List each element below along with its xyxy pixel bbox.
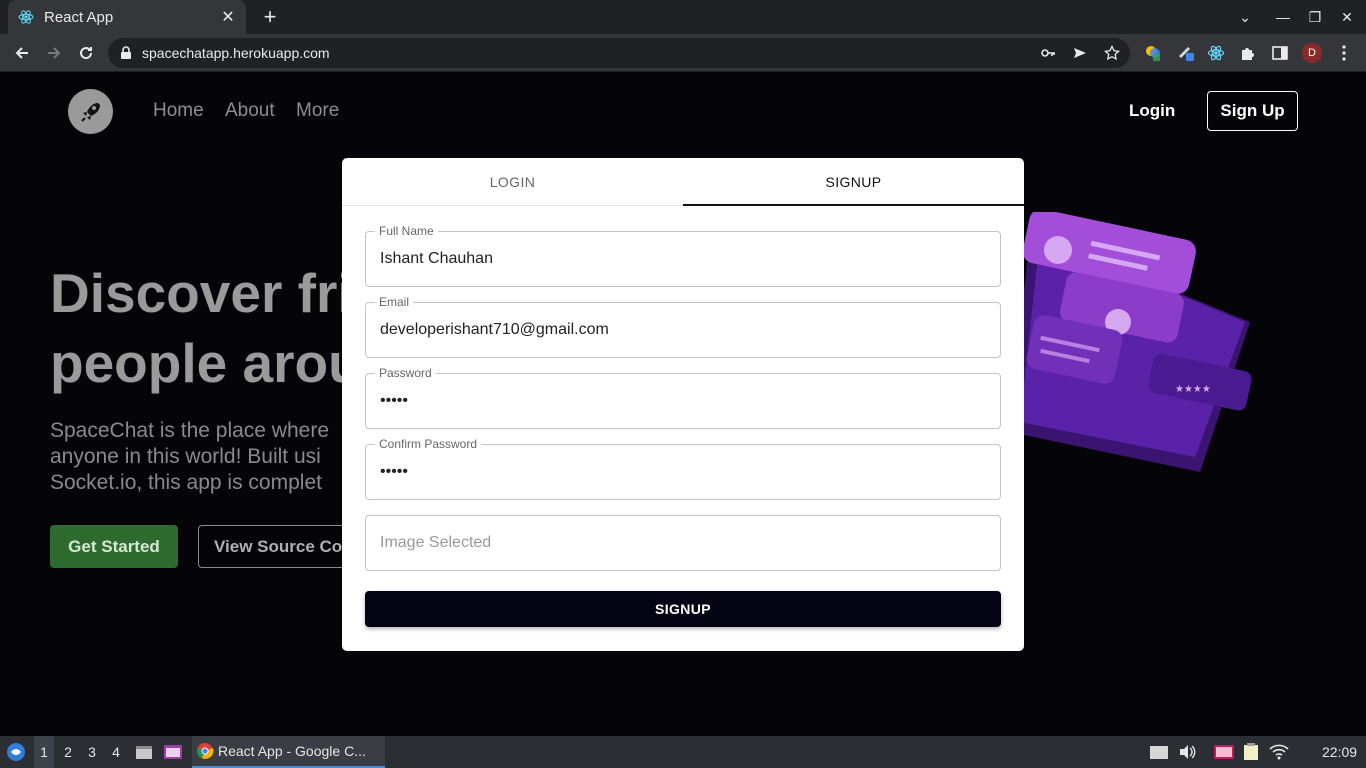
workspace-2[interactable]: 2 — [58, 736, 78, 768]
tab-search-icon[interactable]: ⌄ — [1228, 0, 1262, 34]
workspace-3[interactable]: 3 — [82, 736, 102, 768]
extension-color-icon[interactable] — [1144, 44, 1162, 62]
full-name-label: Full Name — [375, 224, 438, 238]
file-manager-icon[interactable] — [134, 736, 154, 768]
chrome-icon — [197, 743, 214, 759]
side-panel-icon[interactable] — [1271, 44, 1289, 62]
wifi-icon[interactable] — [1268, 736, 1290, 768]
lock-icon — [121, 46, 131, 59]
hero-title-line1: Discover fri — [50, 262, 353, 324]
image-viewer-icon[interactable] — [1212, 736, 1236, 768]
browser-toolbar: spacechatapp.herokuapp.com D — [0, 34, 1366, 72]
nav-about-link[interactable]: About — [225, 100, 275, 122]
password-value: ••••• — [380, 392, 409, 409]
email-value: developerishant710@gmail.com — [380, 321, 609, 338]
clock: 22:09 — [1322, 744, 1358, 760]
tab-login[interactable]: LOGIN — [342, 158, 683, 206]
hero-title: Discover fri people arou — [50, 258, 362, 398]
back-icon[interactable] — [10, 41, 34, 65]
hero-desc-line1: SpaceChat is the place where — [50, 419, 329, 442]
close-tab-icon[interactable]: ✕ — [220, 7, 236, 27]
login-link[interactable]: Login — [1129, 101, 1175, 121]
clipboard-icon[interactable] — [1148, 736, 1170, 768]
signup-submit-button[interactable]: SIGNUP — [365, 591, 1001, 627]
close-window-icon[interactable]: ✕ — [1330, 0, 1364, 34]
email-label: Email — [375, 295, 414, 309]
nav-home-link[interactable]: Home — [153, 100, 204, 122]
hero-title-line2: people arou — [50, 332, 362, 394]
nav-more-link[interactable]: More — [296, 100, 339, 122]
react-devtools-icon[interactable] — [1207, 44, 1225, 62]
key-icon[interactable] — [1040, 45, 1056, 61]
workspace-4[interactable]: 4 — [106, 736, 126, 768]
address-bar[interactable]: spacechatapp.herokuapp.com — [108, 38, 1130, 68]
taskbar-chrome-window[interactable]: React App - Google C... — [192, 736, 385, 768]
email-field[interactable]: Email developerishant710@gmail.com — [365, 295, 1001, 358]
url-text: spacechatapp.herokuapp.com — [142, 45, 330, 61]
hero-desc-line3: Socket.io, this app is complet — [50, 471, 322, 494]
signup-nav-button[interactable]: Sign Up — [1207, 91, 1298, 131]
volume-icon[interactable] — [1176, 736, 1198, 768]
auth-tabs: LOGIN SIGNUP — [342, 158, 1024, 206]
tab-signup[interactable]: SIGNUP — [683, 158, 1024, 206]
image-placeholder: Image Selected — [380, 534, 492, 551]
extension-pen-icon[interactable] — [1177, 44, 1195, 62]
tab-title: React App — [44, 8, 114, 26]
workspace-1[interactable]: 1 — [34, 736, 54, 768]
menu-dots-icon[interactable] — [1332, 41, 1356, 65]
start-menu-icon[interactable] — [4, 736, 28, 768]
svg-text:★★★★: ★★★★ — [1175, 384, 1211, 395]
phone-illustration: ★★★★ — [1010, 212, 1252, 472]
notes-icon[interactable] — [1240, 736, 1262, 768]
react-icon — [18, 10, 34, 24]
profile-avatar[interactable]: D — [1302, 43, 1322, 63]
maximize-icon[interactable]: ❐ — [1298, 0, 1332, 34]
taskbar-window-title: React App - Google C... — [218, 743, 366, 759]
confirm-password-field[interactable]: Confirm Password ••••• — [365, 437, 1001, 500]
tab-strip: React App ✕ + ⌄ — ❐ ✕ — [0, 0, 1366, 34]
confirm-password-label: Confirm Password — [375, 437, 482, 451]
star-icon[interactable] — [1104, 45, 1120, 61]
password-label: Password — [375, 366, 436, 380]
full-name-value: Ishant Chauhan — [380, 250, 493, 267]
page-content: Home About More Login Sign Up Discover f… — [0, 72, 1366, 736]
get-started-button[interactable]: Get Started — [50, 525, 178, 568]
confirm-password-value: ••••• — [380, 463, 409, 480]
terminal-icon[interactable] — [162, 736, 184, 768]
full-name-field[interactable]: Full Name Ishant Chauhan — [365, 224, 1001, 287]
send-icon[interactable] — [1072, 45, 1088, 61]
rocket-logo-icon[interactable] — [68, 89, 113, 134]
image-upload-field[interactable]: Image Selected — [365, 515, 1001, 571]
active-tab-indicator — [683, 204, 1024, 206]
puzzle-icon[interactable] — [1239, 44, 1257, 62]
taskbar: 1 2 3 4 React App - Google C... 22:09 — [0, 736, 1366, 768]
reload-icon[interactable] — [74, 41, 98, 65]
forward-icon[interactable] — [42, 41, 66, 65]
auth-modal: LOGIN SIGNUP Full Name Ishant Chauhan Em… — [342, 158, 1024, 651]
hero-description: SpaceChat is the place where anyone in t… — [50, 418, 329, 496]
new-tab-icon[interactable]: + — [258, 4, 282, 30]
browser-tab[interactable]: React App ✕ — [8, 0, 246, 34]
password-field[interactable]: Password ••••• — [365, 366, 1001, 429]
minimize-icon[interactable]: — — [1266, 0, 1300, 34]
hero-desc-line2: anyone in this world! Built usi — [50, 445, 321, 468]
